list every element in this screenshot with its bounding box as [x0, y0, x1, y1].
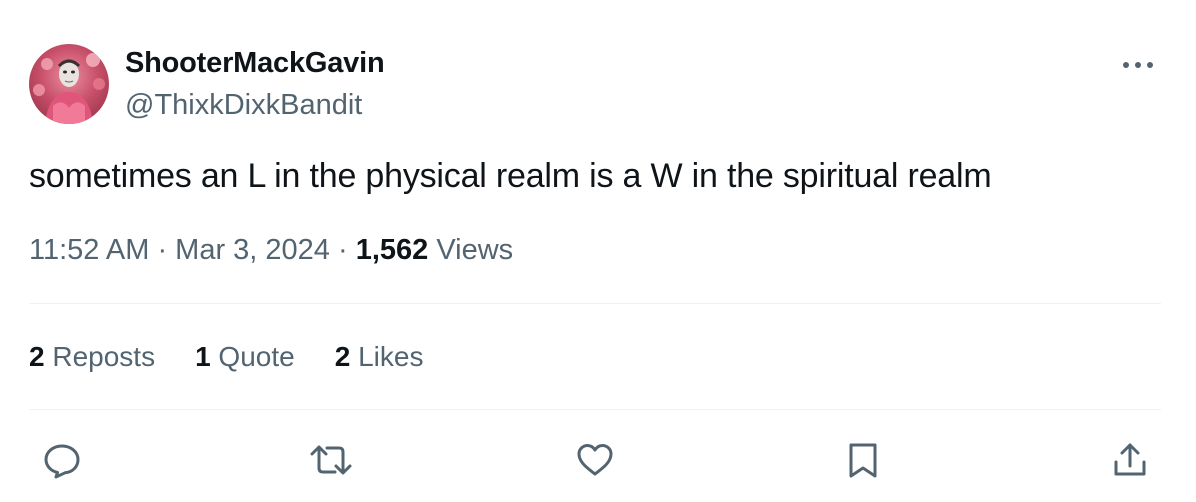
bookmark-icon	[849, 443, 877, 478]
reply-button[interactable]	[42, 440, 82, 480]
heart-icon	[577, 444, 613, 476]
reply-bubble-icon	[44, 444, 80, 479]
views-label: Views	[428, 234, 514, 266]
tweet-meta: 11:52 AM · Mar 3, 2024 · 1,562 Views	[29, 234, 513, 267]
likes-stat[interactable]: 2 Likes	[335, 341, 424, 373]
more-options-button[interactable]	[1118, 46, 1158, 86]
share-upload-icon	[1114, 443, 1146, 476]
tweet-time[interactable]: 11:52 AM	[29, 234, 149, 266]
reposts-count: 2	[29, 341, 45, 372]
share-button[interactable]	[1110, 440, 1150, 480]
tweet-date[interactable]: Mar 3, 2024	[175, 234, 330, 266]
repost-arrows-icon	[310, 445, 352, 475]
likes-label: Likes	[350, 341, 424, 372]
bookmark-button[interactable]	[843, 440, 883, 480]
views-count: 1,562	[355, 234, 429, 266]
like-button[interactable]	[575, 440, 615, 480]
quotes-label: Quote	[210, 341, 295, 372]
quotes-count: 1	[195, 341, 211, 372]
avatar-image	[33, 53, 105, 124]
user-handle[interactable]: @ThixkDixkBandit	[125, 89, 362, 122]
repost-button[interactable]	[309, 440, 352, 480]
reposts-label: Reposts	[44, 341, 156, 372]
divider	[29, 303, 1161, 304]
engagement-stats: 2 Reposts 1 Quote 2 Likes	[29, 341, 423, 373]
display-name[interactable]: ShooterMackGavin	[125, 47, 385, 80]
meta-separator: ·	[149, 234, 176, 266]
reposts-stat[interactable]: 2 Reposts	[29, 341, 155, 373]
divider	[29, 409, 1161, 410]
tweet-text: sometimes an L in the physical realm is …	[29, 157, 992, 195]
tweet-card: ShooterMackGavin @ThixkDixkBandit someti…	[0, 0, 1196, 502]
quotes-stat[interactable]: 1 Quote	[195, 341, 295, 373]
avatar[interactable]	[29, 44, 109, 124]
likes-count: 2	[334, 341, 351, 372]
more-horizontal-icon	[1123, 62, 1153, 68]
meta-separator: ·	[329, 234, 356, 266]
